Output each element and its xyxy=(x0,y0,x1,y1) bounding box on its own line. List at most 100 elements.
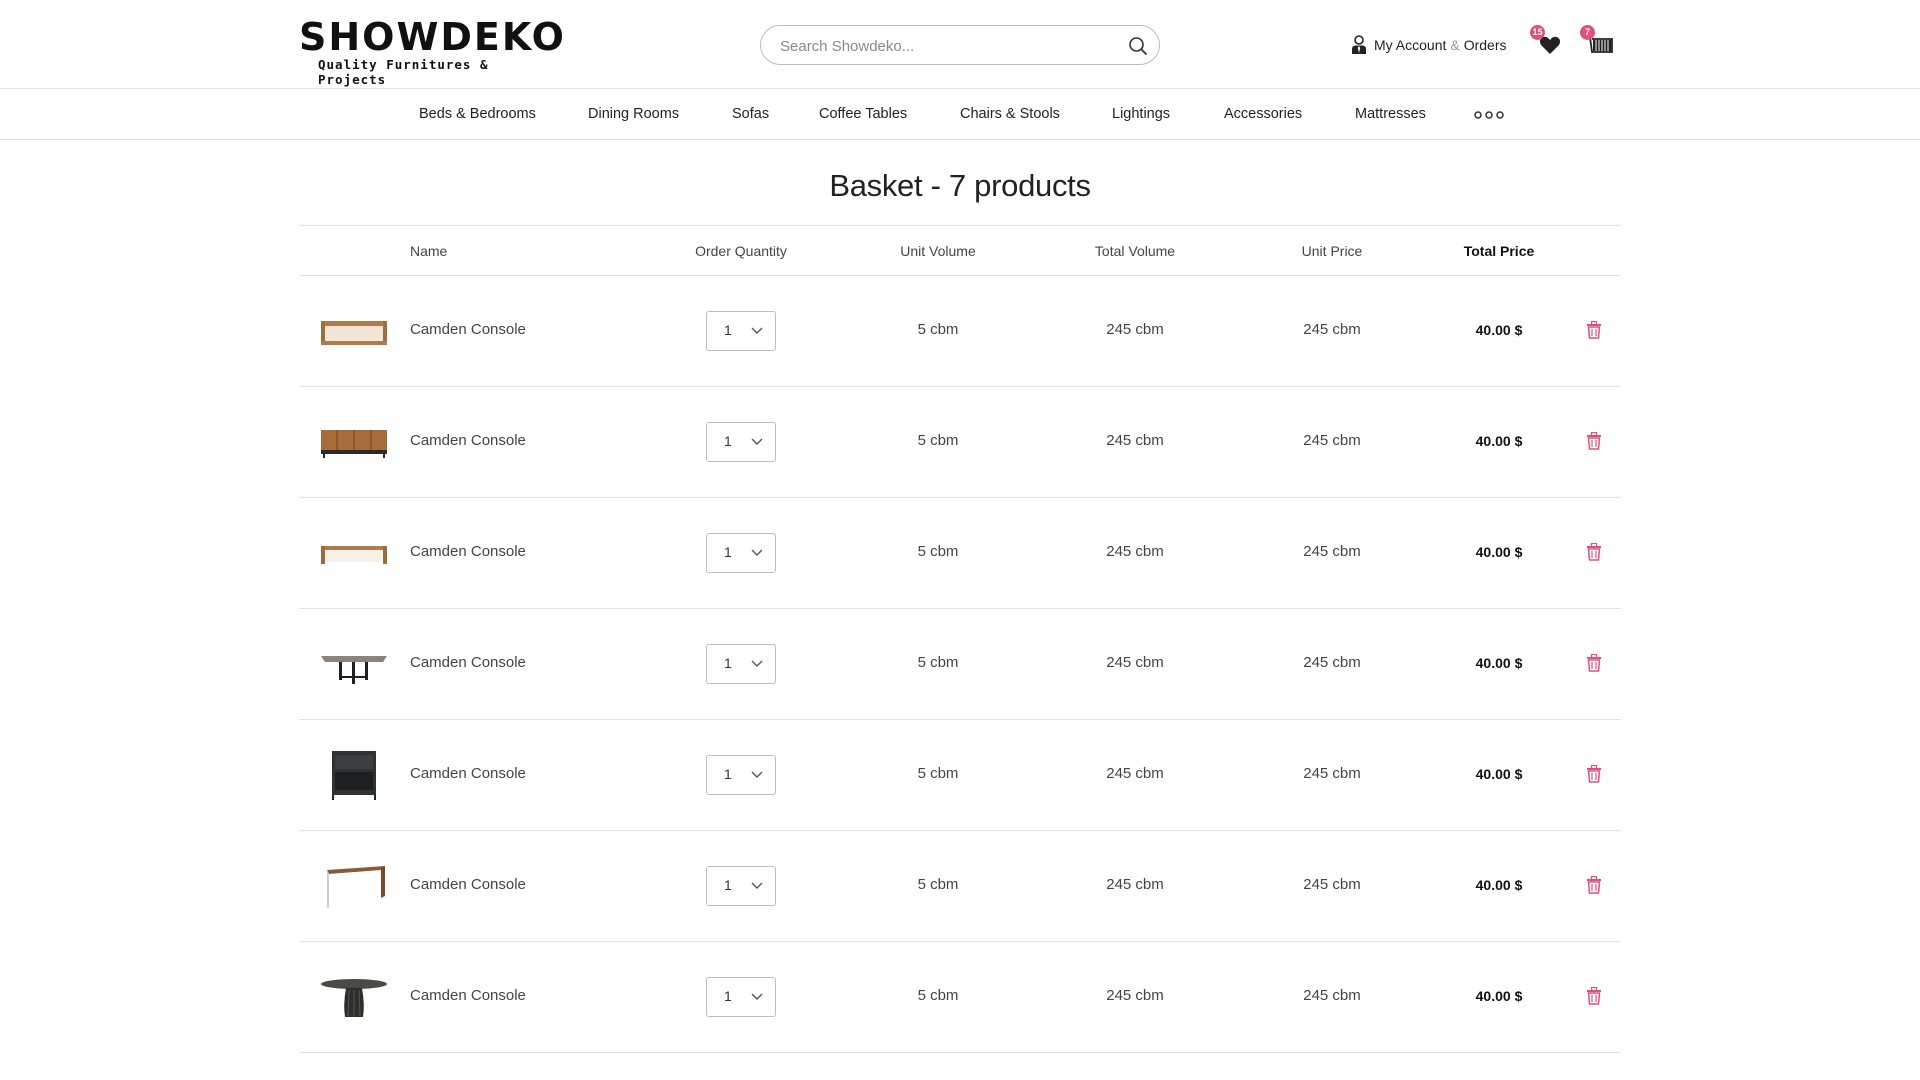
table-row: Camden Console 1 5 cbm 245 cbm 245 cbm 4… xyxy=(299,609,1621,720)
quantity-select[interactable]: 1 xyxy=(706,533,776,573)
nav-dining-rooms[interactable]: Dining Rooms xyxy=(588,106,679,122)
nav-accessories[interactable]: Accessories xyxy=(1224,106,1302,122)
logo[interactable]: SHOWDEKO Quality Furnitures & Projects xyxy=(299,15,566,87)
total-price: 40.00 $ xyxy=(1475,544,1523,560)
chevron-down-icon xyxy=(751,660,763,667)
table-row: Camden Console 1 5 cbm 245 cbm 245 cbm 4… xyxy=(299,831,1621,942)
trash-icon[interactable] xyxy=(1586,876,1602,894)
total-price: 40.00 $ xyxy=(1475,322,1523,338)
trash-icon[interactable] xyxy=(1586,654,1602,672)
total-volume: 245 cbm xyxy=(1106,654,1164,671)
basket-table: Name Order Quantity Unit Volume Total Vo… xyxy=(299,225,1621,1053)
unit-price: 245 cbm xyxy=(1303,432,1361,449)
quantity-value: 1 xyxy=(724,322,732,338)
table-row: Camden Console 1 5 cbm 245 cbm 245 cbm 4… xyxy=(299,276,1621,387)
unit-volume: 5 cbm xyxy=(917,432,959,449)
quantity-value: 1 xyxy=(724,544,732,560)
product-name[interactable]: Camden Console xyxy=(410,654,526,671)
chevron-down-icon xyxy=(751,327,763,334)
nav-sofas[interactable]: Sofas xyxy=(732,106,769,122)
nav-coffee-tables[interactable]: Coffee Tables xyxy=(819,106,907,122)
product-image-low-bench[interactable] xyxy=(319,527,389,579)
quantity-value: 1 xyxy=(724,988,732,1004)
logo-word: SHOWDEKO xyxy=(299,15,566,59)
site-header: SHOWDEKO Quality Furnitures & Projects M… xyxy=(0,0,1920,89)
quantity-value: 1 xyxy=(724,433,732,449)
unit-price: 245 cbm xyxy=(1303,987,1361,1004)
quantity-select[interactable]: 1 xyxy=(706,866,776,906)
product-name[interactable]: Camden Console xyxy=(410,987,526,1004)
unit-price: 245 cbm xyxy=(1303,876,1361,893)
quantity-value: 1 xyxy=(724,655,732,671)
chevron-down-icon xyxy=(751,882,763,889)
product-name[interactable]: Camden Console xyxy=(410,432,526,449)
product-image-sideboard[interactable] xyxy=(319,416,389,468)
more-dots-icon[interactable] xyxy=(1474,110,1504,120)
product-image-round-table[interactable] xyxy=(319,971,389,1023)
header-name: Name xyxy=(410,243,448,259)
quantity-select[interactable]: 1 xyxy=(706,422,776,462)
my-account-link[interactable]: My Account xyxy=(1374,37,1446,53)
product-image-waterfall-console[interactable] xyxy=(319,860,389,912)
total-volume: 245 cbm xyxy=(1106,543,1164,560)
product-image-console-table[interactable] xyxy=(319,305,389,357)
unit-price: 245 cbm xyxy=(1303,654,1361,671)
search-box xyxy=(760,25,1160,65)
trash-icon[interactable] xyxy=(1586,765,1602,783)
logo-tagline: Quality Furnitures & Projects xyxy=(318,57,489,87)
chevron-down-icon xyxy=(751,438,763,445)
product-name[interactable]: Camden Console xyxy=(410,765,526,782)
total-price: 40.00 $ xyxy=(1475,988,1523,1004)
favorites-count-badge: 15 xyxy=(1530,25,1545,40)
quantity-select[interactable]: 1 xyxy=(706,311,776,351)
trash-icon[interactable] xyxy=(1586,432,1602,450)
chevron-down-icon xyxy=(751,993,763,1000)
nav-beds-bedrooms[interactable]: Beds & Bedrooms xyxy=(419,106,536,122)
unit-volume: 5 cbm xyxy=(917,987,959,1004)
nav-chairs-stools[interactable]: Chairs & Stools xyxy=(960,106,1060,122)
trash-icon[interactable] xyxy=(1586,987,1602,1005)
unit-price: 245 cbm xyxy=(1303,321,1361,338)
quantity-select[interactable]: 1 xyxy=(706,977,776,1017)
product-image-nightstand[interactable] xyxy=(319,749,389,801)
unit-price: 245 cbm xyxy=(1303,543,1361,560)
nav-lightings[interactable]: Lightings xyxy=(1112,106,1170,122)
account-orders-link[interactable]: My Account & Orders xyxy=(1351,34,1507,56)
unit-volume: 5 cbm xyxy=(917,654,959,671)
quantity-select[interactable]: 1 xyxy=(706,644,776,684)
unit-price: 245 cbm xyxy=(1303,765,1361,782)
header-total-volume: Total Volume xyxy=(1094,243,1176,259)
trash-icon[interactable] xyxy=(1586,321,1602,339)
product-name[interactable]: Camden Console xyxy=(410,876,526,893)
chevron-down-icon xyxy=(751,549,763,556)
total-volume: 245 cbm xyxy=(1106,765,1164,782)
product-name[interactable]: Camden Console xyxy=(410,543,526,560)
quantity-select[interactable]: 1 xyxy=(706,755,776,795)
orders-link[interactable]: Orders xyxy=(1464,37,1507,53)
account-separator: & xyxy=(1450,37,1460,53)
table-row: Camden Console 1 5 cbm 245 cbm 245 cbm 4… xyxy=(299,387,1621,498)
product-name[interactable]: Camden Console xyxy=(410,321,526,338)
unit-volume: 5 cbm xyxy=(917,321,959,338)
product-image-dining-table[interactable] xyxy=(319,638,389,690)
total-price: 40.00 $ xyxy=(1475,766,1523,782)
table-row: Camden Console 1 5 cbm 245 cbm 245 cbm 4… xyxy=(299,720,1621,831)
header-unit-volume: Unit Volume xyxy=(900,243,976,259)
trash-icon[interactable] xyxy=(1586,543,1602,561)
cart-count-badge: 7 xyxy=(1580,25,1595,40)
chevron-down-icon xyxy=(751,771,763,778)
unit-volume: 5 cbm xyxy=(917,765,959,782)
search-input[interactable] xyxy=(780,35,1110,57)
total-price: 40.00 $ xyxy=(1475,877,1523,893)
header-quantity: Order Quantity xyxy=(695,243,787,259)
total-volume: 245 cbm xyxy=(1106,876,1164,893)
total-volume: 245 cbm xyxy=(1106,987,1164,1004)
table-row: Camden Console 1 5 cbm 245 cbm 245 cbm 4… xyxy=(299,498,1621,609)
page-title: Basket - 7 products xyxy=(829,168,1091,203)
category-nav: Beds & Bedrooms Dining Rooms Sofas Coffe… xyxy=(0,90,1920,140)
user-icon xyxy=(1352,35,1366,54)
search-icon[interactable] xyxy=(1128,36,1148,56)
quantity-value: 1 xyxy=(724,766,732,782)
nav-mattresses[interactable]: Mattresses xyxy=(1355,106,1426,122)
table-row: Camden Console 1 5 cbm 245 cbm 245 cbm 4… xyxy=(299,942,1621,1053)
